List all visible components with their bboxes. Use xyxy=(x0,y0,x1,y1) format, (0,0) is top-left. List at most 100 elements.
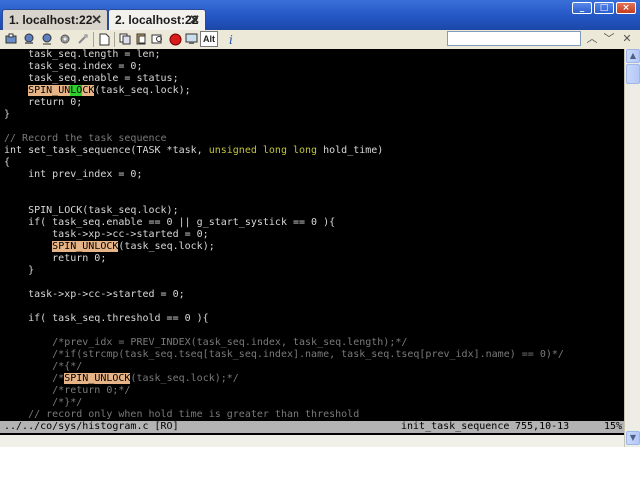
chevron-up-icon[interactable]: ︿ xyxy=(585,31,599,47)
toolbar-separator xyxy=(93,32,94,47)
code-line: /*{*/ xyxy=(4,361,82,373)
code-token: /*return 0;*/ xyxy=(4,385,131,396)
screen-icon[interactable] xyxy=(184,32,198,46)
code-token: task->xp->cc->started = 0; xyxy=(4,229,209,240)
code-token: /*}*/ xyxy=(4,397,83,408)
close-icon[interactable]: ✕ xyxy=(620,31,634,47)
code-line: int prev_index = 0; xyxy=(4,169,142,181)
status-file: ../../co/sys/histogram.c [RO] xyxy=(4,421,179,432)
copy-icon[interactable] xyxy=(118,32,132,46)
svg-text:i: i xyxy=(229,33,233,46)
code-token: /*{*/ xyxy=(4,361,83,372)
code-line: task_seq.length = len; xyxy=(4,49,161,61)
title-bar: 1. localhost:22 ✕ 2. localhost:22 ✕ _ □ … xyxy=(0,0,640,30)
code-line: task->xp->cc->started = 0; xyxy=(4,289,185,301)
code-line: } xyxy=(4,265,34,277)
code-token: int set_task_sequence(TASK *task, xyxy=(4,145,209,156)
toolbar-separator xyxy=(114,32,115,47)
window-controls: _ □ × xyxy=(572,2,636,14)
connect-icon[interactable] xyxy=(4,32,18,46)
code-line: task_seq.enable = status; xyxy=(4,73,179,85)
tab-session-1[interactable]: 1. localhost:22 ✕ xyxy=(2,9,108,30)
maximize-button[interactable]: □ xyxy=(594,2,614,14)
code-token: task_seq.index = 0; xyxy=(4,61,143,72)
disconnect-icon[interactable] xyxy=(22,32,36,46)
tab-label: 2. localhost:22 xyxy=(115,13,199,27)
scroll-down-icon[interactable]: ▼ xyxy=(626,431,640,445)
code-token: (task_seq.lock); xyxy=(94,85,191,96)
terminal-output[interactable]: task_seq.length = len; task_seq.index = … xyxy=(0,49,624,435)
code-line: /*if(strcmp(task_seq.tseq[task_seq.index… xyxy=(4,349,564,361)
code-token: // Record the task sequence xyxy=(4,133,167,144)
code-token: (task_seq.lock);*/ xyxy=(130,373,239,384)
settings-icon[interactable] xyxy=(58,32,72,46)
code-token: /* xyxy=(4,373,65,384)
status-percent: 15% xyxy=(604,421,623,432)
code-token: /*prev_idx = PREV_INDEX(task_seq.index, … xyxy=(4,337,408,348)
code-token: /*if(strcmp(task_seq.tseq[task_seq.index… xyxy=(4,349,564,360)
search-input[interactable] xyxy=(447,31,581,46)
code-token: task->xp->cc->started = 0; xyxy=(4,289,185,300)
code-token: return 0; xyxy=(4,97,83,108)
code-line: SPIN_LOCK(task_seq.lock); xyxy=(4,205,179,217)
code-token: } xyxy=(4,265,35,276)
tab-label: 1. localhost:22 xyxy=(9,13,93,27)
scroll-up-icon[interactable]: ▲ xyxy=(626,49,640,63)
new-session-icon[interactable] xyxy=(40,32,54,46)
code-token: if( task_seq.threshold == 0 ){ xyxy=(4,313,209,324)
find-icon[interactable] xyxy=(150,32,164,46)
code-token: { xyxy=(4,157,11,168)
code-token: SPIN_LOCK(task_seq.lock); xyxy=(4,205,179,216)
info-icon[interactable]: i xyxy=(225,32,239,46)
code-line: /*}*/ xyxy=(4,397,82,409)
status-position: 755,10-13 xyxy=(515,421,570,432)
scrollbar-thumb[interactable] xyxy=(626,64,640,84)
code-token: task_seq.length = len; xyxy=(4,49,161,60)
code-line: return 0; xyxy=(4,253,106,265)
code-token: task_seq.enable = status; xyxy=(4,73,179,84)
close-window-button[interactable]: × xyxy=(616,2,636,14)
code-line: /*prev_idx = PREV_INDEX(task_seq.index, … xyxy=(4,337,407,349)
code-token: SPIN_UNLOCK xyxy=(52,241,119,252)
code-line: int set_task_sequence(TASK *task, unsign… xyxy=(4,145,383,157)
code-line: task->xp->cc->started = 0; xyxy=(4,229,209,241)
code-line: if( task_seq.threshold == 0 ){ xyxy=(4,313,209,325)
code-token: int prev_index = 0; xyxy=(4,169,143,180)
code-line: } xyxy=(4,109,10,121)
code-line: /*SPIN_UNLOCK(task_seq.lock);*/ xyxy=(4,373,239,385)
status-function: init_task_sequence xyxy=(401,421,510,432)
code-line: /*return 0;*/ xyxy=(4,385,130,397)
close-tab-icon[interactable]: ✕ xyxy=(91,10,102,30)
code-line: SPIN_UNLOCK(task_seq.lock); xyxy=(4,85,191,97)
code-token: if( task_seq.enable == 0 || g_start_syst… xyxy=(4,217,336,228)
code-line: if( task_seq.enable == 0 || g_start_syst… xyxy=(4,217,335,229)
code-token: // record only when hold time is greater… xyxy=(4,409,360,420)
code-line: // Record the task sequence xyxy=(4,133,167,145)
record-icon[interactable] xyxy=(168,32,182,46)
code-line: task_seq.index = 0; xyxy=(4,61,142,73)
vertical-scrollbar[interactable]: ▲ ▼ xyxy=(624,49,640,447)
page-icon[interactable] xyxy=(97,32,111,46)
code-token: return 0; xyxy=(4,253,107,264)
code-token: } xyxy=(4,109,11,120)
vim-status-line: ../../co/sys/histogram.c [RO] init_task_… xyxy=(0,421,624,433)
close-tab-icon[interactable]: ✕ xyxy=(189,10,200,30)
toolbar: Alt i ︿ ﹀ ✕ xyxy=(0,30,640,50)
code-token: SPIN_UN xyxy=(28,85,71,96)
window-bottom-edge xyxy=(0,447,640,456)
code-token: SPIN_UNLOCK xyxy=(64,373,131,384)
minimize-button[interactable]: _ xyxy=(572,2,592,14)
chevron-down-icon[interactable]: ﹀ xyxy=(602,31,616,47)
terminal-bottom-strip xyxy=(0,435,624,447)
code-token: unsigned long long xyxy=(208,145,318,156)
key-icon[interactable] xyxy=(76,32,90,46)
code-token: (task_seq.lock); xyxy=(118,241,215,252)
tab-session-2[interactable]: 2. localhost:22 ✕ xyxy=(108,9,206,30)
code-token: hold_time) xyxy=(317,145,384,156)
paste-icon[interactable] xyxy=(134,32,148,46)
code-line: { xyxy=(4,157,10,169)
code-line: // record only when hold time is greater… xyxy=(4,409,359,421)
alt-key-button[interactable]: Alt xyxy=(200,31,218,47)
code-line: return 0; xyxy=(4,97,82,109)
